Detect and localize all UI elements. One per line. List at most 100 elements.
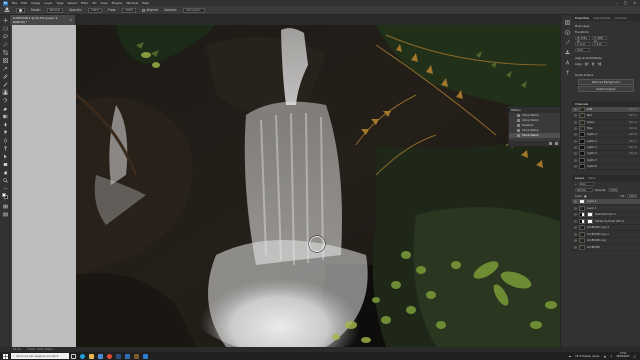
align-right-icon[interactable]: [597, 62, 601, 66]
edge-icon[interactable]: [78, 352, 87, 360]
fill-field[interactable]: 100%: [627, 193, 637, 198]
weather-icon[interactable]: ☁: [569, 355, 572, 358]
tab-properties[interactable]: Properties: [575, 16, 589, 20]
chrome-icon[interactable]: [105, 352, 114, 360]
visibility-eye-icon[interactable]: [574, 159, 577, 162]
screen-mode-icon[interactable]: [2, 211, 8, 217]
layer-row[interactable]: LU1E0348: [572, 244, 640, 251]
clock[interactable]: 17:54 18/09/2023: [616, 353, 629, 358]
lasso-tool-icon[interactable]: [2, 33, 8, 39]
visibility-eye-icon[interactable]: [574, 239, 577, 242]
menu-image[interactable]: Image: [31, 1, 40, 5]
visibility-eye-icon[interactable]: [574, 207, 577, 210]
pen-tool-icon[interactable]: [2, 137, 8, 143]
menu-type[interactable]: Type: [57, 1, 64, 5]
taskbar-search[interactable]: ⌕ Scrivi qui per eseguire la ricerca: [11, 353, 69, 359]
menu-file[interactable]: File: [12, 1, 17, 5]
mail-icon[interactable]: [141, 352, 150, 360]
visibility-eye-icon[interactable]: [574, 220, 577, 223]
tab-channels[interactable]: Channels: [575, 102, 588, 106]
opacity-field[interactable]: 100%: [88, 7, 102, 13]
flow-field[interactable]: 100%: [122, 7, 137, 13]
filter-search-icon[interactable]: ⌕: [575, 182, 577, 186]
color-swatches-icon[interactable]: [2, 193, 8, 199]
brush-tool-icon[interactable]: [2, 81, 8, 87]
brush-preset-picker[interactable]: [16, 7, 25, 13]
maximize-icon[interactable]: □: [624, 1, 627, 5]
move-tool-icon[interactable]: [2, 17, 8, 23]
canvas-area[interactable]: History ≡ Clone Stamp Clone Stamp Desele…: [10, 25, 568, 347]
bridge-icon[interactable]: [132, 352, 141, 360]
align-left-icon[interactable]: [584, 62, 589, 66]
task-view-icon[interactable]: [69, 352, 78, 360]
document-tab[interactable]: LU1E0348-1 @ 61,2% (Layer 2, RGB/16) * ×: [10, 15, 76, 25]
dodge-tool-icon[interactable]: [2, 129, 8, 135]
visibility-eye-icon[interactable]: [574, 226, 577, 229]
visibility-eye-icon[interactable]: [574, 165, 577, 168]
gradient-tool-icon[interactable]: [2, 113, 8, 119]
visibility-eye-icon[interactable]: [574, 246, 577, 249]
glyphs-panel-icon[interactable]: [564, 69, 570, 75]
clone-stamp-tool-icon[interactable]: [4, 7, 10, 13]
x-field[interactable]: X: 0 px: [575, 42, 590, 46]
weather-text[interactable]: 19°C Preval. nuvol.: [575, 355, 600, 358]
visibility-eye-icon[interactable]: [574, 152, 577, 155]
history-item-selected[interactable]: Clone Stamp: [509, 133, 567, 138]
visibility-eye-icon[interactable]: [574, 146, 577, 149]
history-panel-icon[interactable]: [564, 19, 570, 25]
tab-paths[interactable]: Paths: [588, 176, 596, 180]
tab-layers[interactable]: Layers: [575, 176, 584, 180]
eraser-tool-icon[interactable]: [2, 105, 8, 111]
visibility-eye-icon[interactable]: [574, 108, 577, 111]
remove-background-button[interactable]: Remove Background: [578, 79, 634, 85]
notifications-icon[interactable]: □: [634, 355, 636, 358]
channel-row[interactable]: Lights 6: [572, 163, 640, 170]
tab-adjustments[interactable]: Adjustments: [593, 16, 611, 20]
new-document-icon[interactable]: [549, 142, 552, 145]
marquee-tool-icon[interactable]: [2, 25, 8, 31]
path-selection-tool-icon[interactable]: [2, 153, 8, 159]
crop-tool-icon[interactable]: [2, 49, 8, 55]
blur-tool-icon[interactable]: [2, 121, 8, 127]
minimize-icon[interactable]: –: [616, 1, 618, 5]
height-field[interactable]: H: 2907 px: [592, 36, 607, 43]
width-field[interactable]: W: 4361 px: [575, 36, 590, 43]
menu-layer[interactable]: Layer: [44, 1, 52, 5]
type-tool-icon[interactable]: [2, 145, 8, 151]
visibility-eye-icon[interactable]: [574, 114, 577, 117]
snapshot-icon[interactable]: [555, 142, 558, 145]
hand-tool-icon[interactable]: [2, 169, 8, 175]
menu-select[interactable]: Select: [68, 1, 77, 5]
layer-mask-thumbnail[interactable]: [587, 212, 593, 218]
photoshop-taskbar-icon[interactable]: [123, 352, 132, 360]
visibility-eye-icon[interactable]: [574, 133, 577, 136]
blend-mode-select[interactable]: Normal: [575, 187, 593, 192]
menu-3d[interactable]: 3D: [92, 1, 96, 5]
layer-mask-thumbnail[interactable]: [587, 218, 593, 224]
visibility-eye-icon[interactable]: [574, 140, 577, 143]
rectangle-tool-icon[interactable]: [2, 161, 8, 167]
quick-selection-tool-icon[interactable]: [2, 41, 8, 47]
select-subject-button[interactable]: Select Subject: [578, 86, 634, 92]
aligned-checkbox[interactable]: Aligned: [142, 8, 158, 12]
visibility-eye-icon[interactable]: [574, 233, 577, 236]
clone-stamp-icon[interactable]: [2, 89, 8, 95]
align-center-icon[interactable]: [591, 62, 595, 66]
eyedropper-tool-icon[interactable]: [2, 65, 8, 71]
sample-select[interactable]: All Layers: [183, 7, 206, 13]
angle-field[interactable]: 0,00°: [575, 48, 590, 52]
visibility-eye-icon[interactable]: [574, 127, 577, 130]
layer-kind-filter[interactable]: Kind: [578, 181, 594, 186]
menu-filter[interactable]: Filter: [81, 1, 88, 5]
history-brush-tool-icon[interactable]: [2, 97, 8, 103]
brush-settings-icon[interactable]: [564, 39, 570, 45]
menu-window[interactable]: Window: [126, 1, 138, 5]
zoom-tool-icon[interactable]: [2, 177, 8, 183]
tab-libraries[interactable]: Libraries: [615, 16, 627, 20]
visibility-eye-icon[interactable]: [574, 121, 577, 124]
healing-brush-tool-icon[interactable]: [2, 73, 8, 79]
lightroom-icon[interactable]: [114, 352, 123, 360]
menu-plugins[interactable]: Plugins: [112, 1, 123, 5]
more-tools-icon[interactable]: [2, 185, 8, 191]
y-field[interactable]: Y: 0 px: [592, 42, 607, 46]
